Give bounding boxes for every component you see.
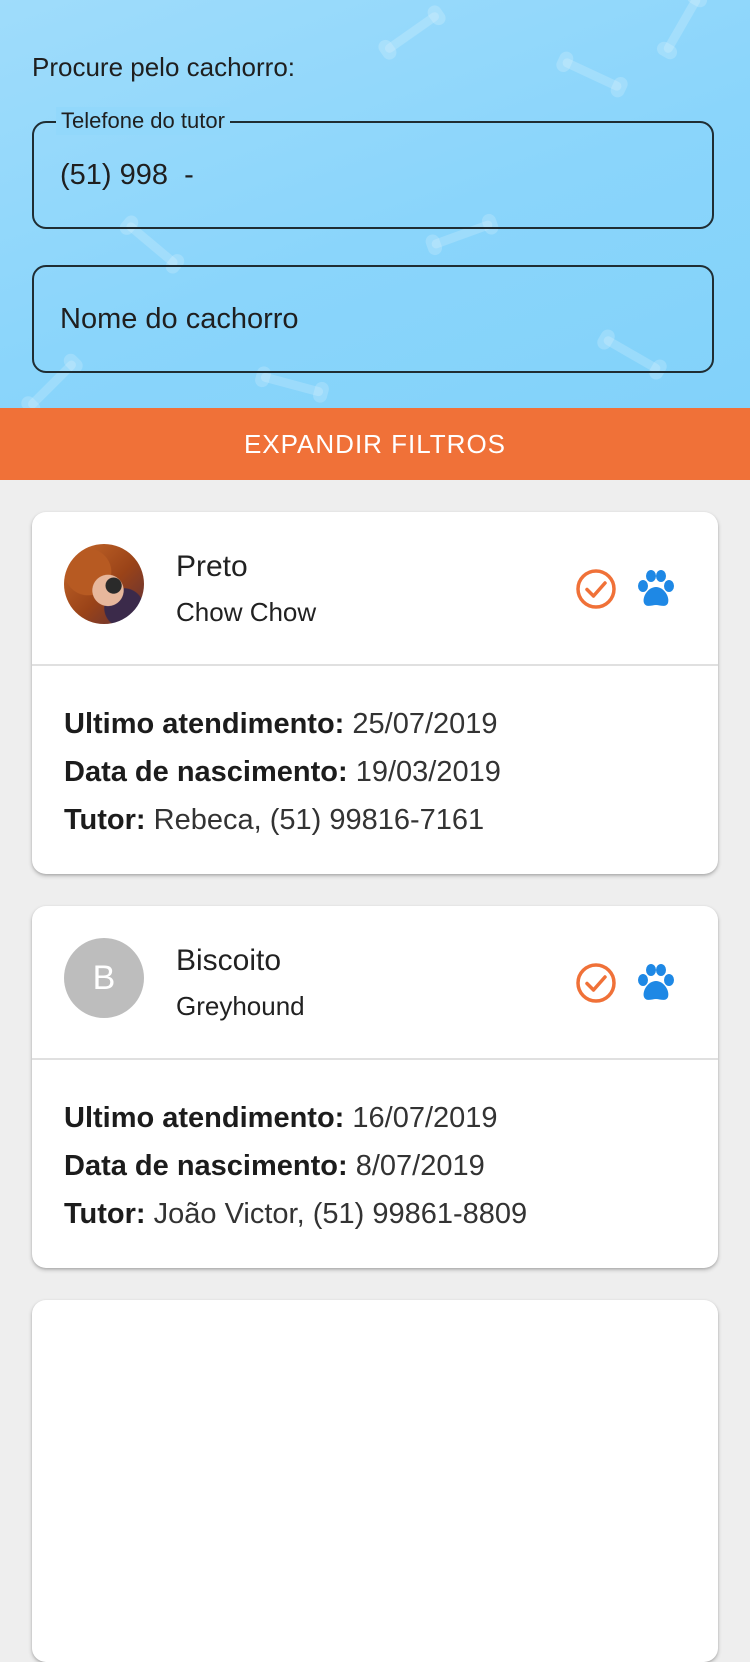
dog-name-field-placeholder[interactable]: Nome do cachorro <box>60 303 299 336</box>
bone-pattern-icon <box>259 371 325 398</box>
last-visit-label: Ultimo atendimento: <box>64 1102 345 1134</box>
bone-pattern-icon <box>662 0 702 55</box>
phone-field[interactable]: Telefone do tutor (51) 998 - <box>32 107 714 229</box>
tutor-row: Tutor: João Victor, (51) 99861-8809 <box>64 1190 527 1238</box>
dog-name-field[interactable]: Nome do cachorro <box>32 265 714 373</box>
dog-card-details: Ultimo atendimento: 25/07/2019 Data de n… <box>64 700 501 844</box>
dog-avatar: B <box>64 938 144 1018</box>
tutor-row: Tutor: Rebeca, (51) 99816-7161 <box>64 796 501 844</box>
paw-icon[interactable] <box>634 961 678 1005</box>
dog-breed: Greyhound <box>176 991 305 1021</box>
tutor-value: Rebeca, (51) 99816-7161 <box>153 804 485 836</box>
phone-field-value[interactable]: (51) 998 - <box>60 159 194 192</box>
dog-card-header: Preto Chow Chow <box>32 512 718 666</box>
dog-card-header: B Biscoito Greyhound <box>32 906 718 1060</box>
last-visit-value: 16/07/2019 <box>352 1102 498 1134</box>
dog-breed: Chow Chow <box>176 597 317 627</box>
tutor-label: Tutor: <box>64 1198 146 1230</box>
last-visit-row: Ultimo atendimento: 16/07/2019 <box>64 1094 527 1142</box>
paw-icon[interactable] <box>634 567 678 611</box>
check-circle-icon[interactable] <box>574 961 618 1005</box>
dog-name: Biscoito <box>176 944 282 977</box>
last-visit-row: Ultimo atendimento: 25/07/2019 <box>64 700 501 748</box>
dog-card[interactable]: Preto Chow Chow Ultimo atendimento: 25/0… <box>32 512 718 874</box>
last-visit-label: Ultimo atendimento: <box>64 708 345 740</box>
search-panel: Procure pelo cachorro: Telefone do tutor… <box>0 0 750 408</box>
bone-pattern-icon <box>383 10 441 55</box>
birth-date-row: Data de nascimento: 8/07/2019 <box>64 1142 527 1190</box>
dog-name: Preto <box>176 550 248 583</box>
check-circle-icon[interactable] <box>574 567 618 611</box>
dog-avatar <box>64 544 144 624</box>
dog-card-details: Ultimo atendimento: 16/07/2019 Data de n… <box>64 1094 527 1238</box>
search-title: Procure pelo cachorro: <box>32 52 296 82</box>
dog-card[interactable] <box>32 1300 718 1662</box>
tutor-label: Tutor: <box>64 804 146 836</box>
expand-filters-button[interactable]: EXPANDIR FILTROS <box>0 408 750 480</box>
phone-field-label: Telefone do tutor <box>56 107 230 135</box>
bone-pattern-icon <box>561 56 623 93</box>
birth-date-label: Data de nascimento: <box>64 1150 348 1182</box>
birth-date-value: 19/03/2019 <box>355 756 501 788</box>
birth-date-label: Data de nascimento: <box>64 756 348 788</box>
birth-date-value: 8/07/2019 <box>355 1150 485 1182</box>
last-visit-value: 25/07/2019 <box>352 708 498 740</box>
birth-date-row: Data de nascimento: 19/03/2019 <box>64 748 501 796</box>
dog-card[interactable]: B Biscoito Greyhound Ultimo atendimento:… <box>32 906 718 1268</box>
tutor-value: João Victor, (51) 99861-8809 <box>153 1198 528 1230</box>
